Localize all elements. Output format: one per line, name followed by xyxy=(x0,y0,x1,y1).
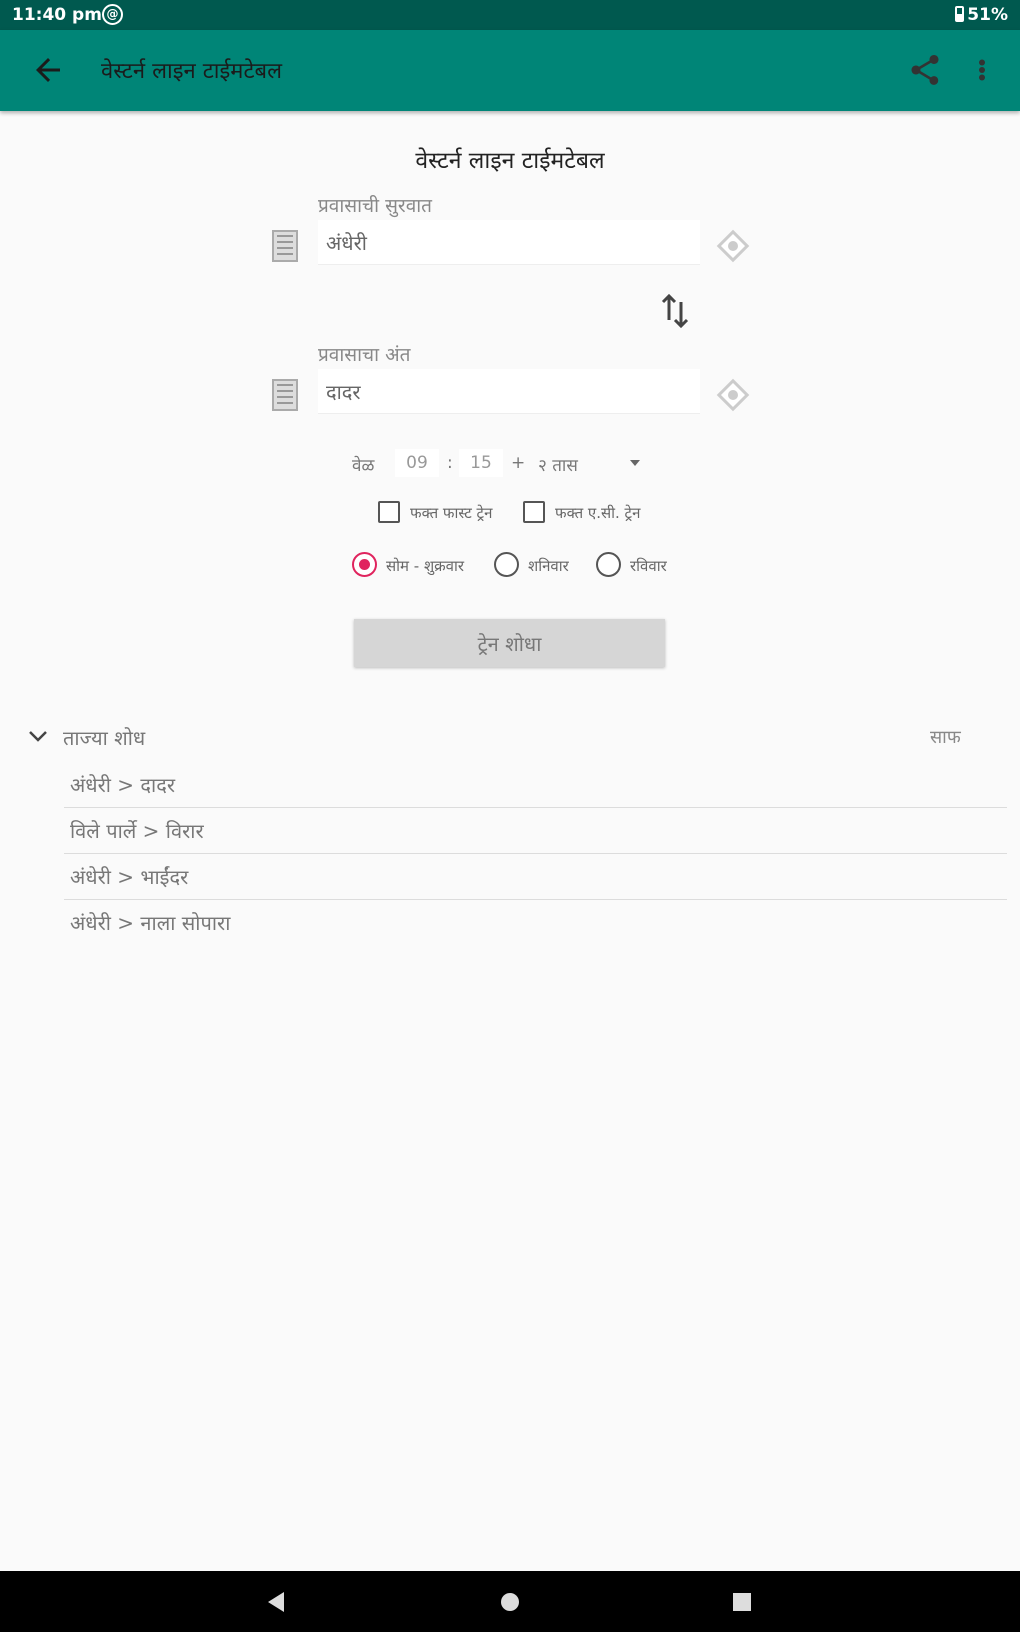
vpn-icon: @ xyxy=(102,4,123,25)
recent-searches-list: अंधेरी > दादर विले पार्ले > विरार अंधेरी… xyxy=(64,762,1007,946)
list-item[interactable]: अंधेरी > दादर xyxy=(64,762,1007,808)
dropdown-caret-icon[interactable] xyxy=(630,460,640,466)
list-item[interactable]: विले पार्ले > विरार xyxy=(64,808,1007,854)
nav-back-icon[interactable] xyxy=(264,1589,290,1615)
list-item[interactable]: अंधेरी > भाईंदर xyxy=(64,854,1007,900)
from-station-icon xyxy=(272,230,298,262)
status-time: 11:40 pm xyxy=(12,5,102,25)
to-station-input[interactable] xyxy=(318,369,700,413)
app-bar-title: वेस्टर्न लाइन टाईमटेबल xyxy=(101,59,283,84)
from-station-input[interactable] xyxy=(318,220,700,264)
time-label: वेळ xyxy=(352,456,375,476)
nav-home-icon[interactable] xyxy=(497,1589,523,1615)
gps-locate-icon[interactable] xyxy=(714,376,752,414)
battery-icon xyxy=(955,6,965,22)
gps-locate-icon[interactable] xyxy=(714,227,752,265)
time-row: वेळ 09 : 15 + २ तास xyxy=(0,447,1020,481)
recent-searches-header: ताज्या शोध साफ xyxy=(0,720,1020,754)
recent-searches-title: ताज्या शोध xyxy=(63,726,146,750)
plus-sign: + xyxy=(511,453,526,473)
checkbox-box[interactable] xyxy=(523,501,545,523)
system-nav-bar xyxy=(0,1571,1020,1632)
nav-recents-icon[interactable] xyxy=(729,1589,755,1615)
hour-input[interactable]: 09 xyxy=(395,449,439,477)
fast-only-label: फक्त फास्ट ट्रेन xyxy=(410,504,493,522)
ac-only-label: फक्त ए.सी. ट्रेन xyxy=(555,504,641,522)
to-station-icon xyxy=(272,379,298,411)
more-vert-icon[interactable] xyxy=(970,52,994,88)
duration-select[interactable]: २ तास xyxy=(538,453,578,476)
share-icon[interactable] xyxy=(907,52,943,88)
day-label: रविवार xyxy=(630,557,667,575)
clear-recent-button[interactable]: साफ xyxy=(930,725,961,749)
from-label: प्रवासाची सुरवात xyxy=(318,195,433,217)
swap-stations-icon[interactable] xyxy=(660,293,690,329)
list-item[interactable]: अंधेरी > नाला सोपारा xyxy=(64,900,1007,946)
minute-input[interactable]: 15 xyxy=(459,449,503,477)
status-bar: 11:40 pm @ 51% xyxy=(0,0,1020,30)
day-label: शनिवार xyxy=(528,557,569,575)
radio-circle[interactable] xyxy=(596,552,621,577)
search-trains-button[interactable]: ट्रेन शोधा xyxy=(354,619,665,667)
checkbox-box[interactable] xyxy=(378,501,400,523)
to-label: प्रवासाचा अंत xyxy=(318,344,411,366)
page-title: वेस्टर्न लाइन टाईमटेबल xyxy=(415,148,605,174)
app-bar: वेस्टर्न लाइन टाईमटेबल xyxy=(0,30,1020,111)
back-arrow-icon[interactable] xyxy=(30,52,66,88)
radio-circle[interactable] xyxy=(352,552,377,577)
battery-status: 51% xyxy=(955,5,1008,25)
radio-circle[interactable] xyxy=(494,552,519,577)
chevron-down-icon[interactable] xyxy=(26,724,50,748)
battery-percent: 51% xyxy=(967,5,1008,25)
day-label: सोम - शुक्रवार xyxy=(386,557,465,575)
time-separator: : xyxy=(447,453,453,473)
